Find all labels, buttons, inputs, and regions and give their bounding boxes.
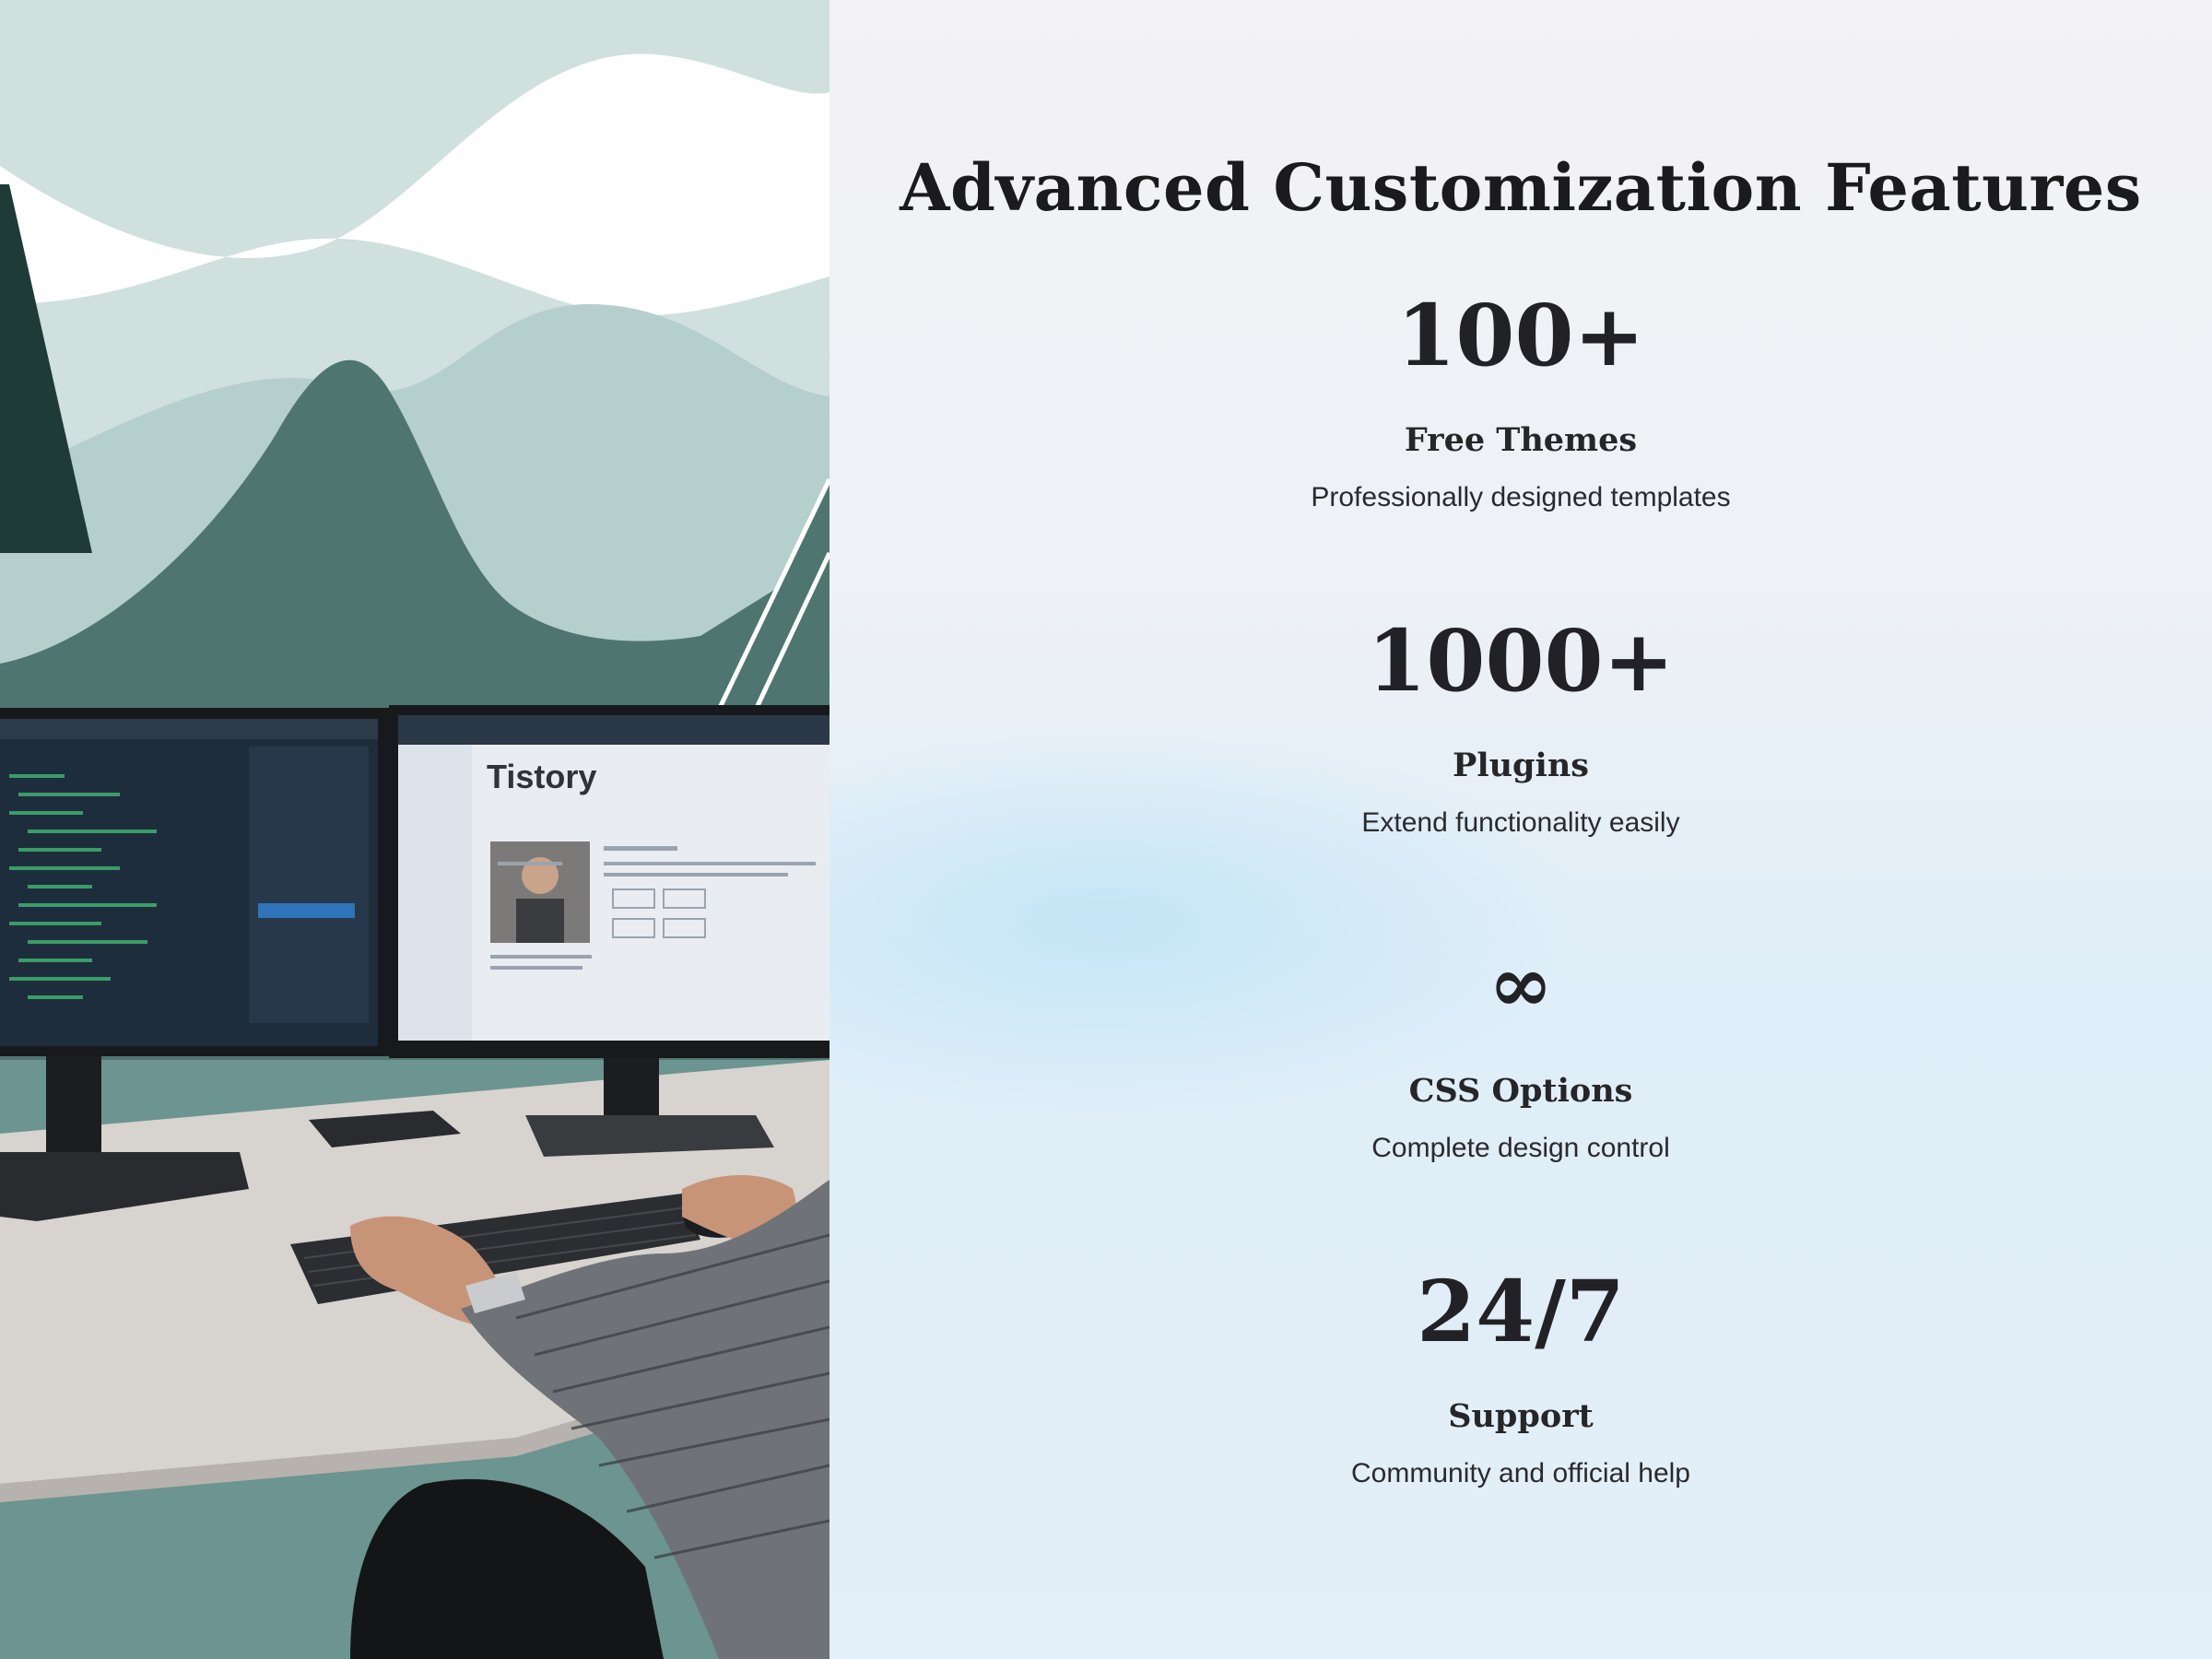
feature-description: Community and official help [1351,1458,1690,1488]
feature-css-options: ∞ CSS Options Complete design control [830,938,2212,1163]
feature-label: Support [1448,1397,1594,1435]
feature-support: 24/7 Support Community and official help [830,1269,2212,1488]
features-panel: Advanced Customization Features 100+ Fre… [830,0,2212,1659]
feature-label: Free Themes [1404,421,1638,459]
feature-free-themes: 100+ Free Themes Professionally designed… [830,293,2212,512]
feature-label: CSS Options [1408,1072,1633,1110]
feature-description: Complete design control [1371,1133,1670,1163]
feature-stat: 100+ [1396,286,1645,385]
hero-image-panel: Tistory [0,0,830,1659]
feature-description: Extend functionality easily [1361,807,1680,838]
feature-stat: 24/7 [1417,1262,1625,1361]
infinity-icon: ∞ [1488,938,1553,1030]
monitor-screen-title: Tistory [487,758,596,795]
feature-label: Plugins [1453,747,1589,784]
feature-description: Professionally designed templates [1311,482,1731,512]
feature-stat: 1000+ [1367,611,1675,711]
hero-illustration: Tistory [0,0,830,1659]
feature-plugins: 1000+ Plugins Extend functionality easil… [830,618,2212,837]
page-title: Advanced Customization Features [900,149,2142,226]
